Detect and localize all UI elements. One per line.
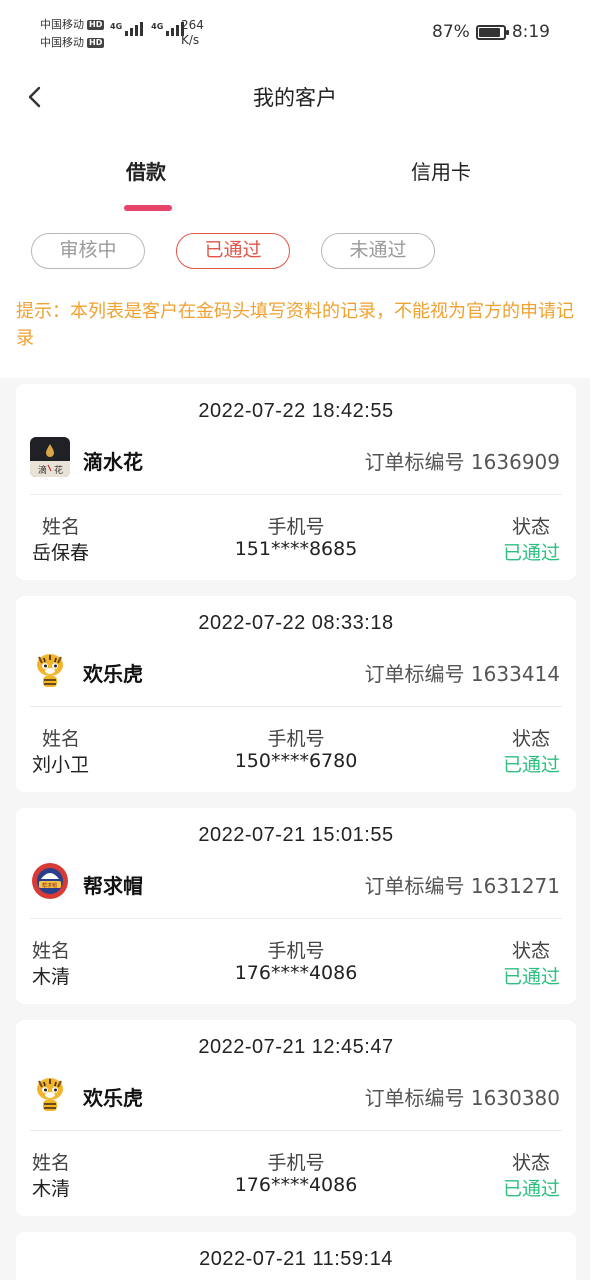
divider [30, 918, 562, 919]
status-badge: 已通过 [502, 966, 560, 988]
divider [30, 494, 562, 495]
customer-card[interactable]: 2022-07-21 12:45:47 欢乐虎 订单标编号 1630380 姓名… [16, 1020, 576, 1216]
dishuihua-logo-icon: 滴 花 [30, 437, 70, 477]
status-bar: 中国移动 HD 中国移动 HD 4G 4G 264 K/s 87% 8:19 [0, 0, 590, 68]
record-time: 2022-07-22 08:33:18 [198, 612, 394, 634]
customer-card[interactable]: 2022-07-21 11:59:14 [16, 1232, 576, 1280]
signal-icon: 4G [110, 22, 144, 36]
customer-phone: 151****8685 [234, 538, 358, 560]
phone-label: 手机号 [267, 940, 325, 962]
customer-card[interactable]: 2022-07-22 08:33:18 欢乐虎 订单标编号 1633414 姓名… [16, 596, 576, 792]
order-number: 订单标编号 1636909 [364, 450, 560, 474]
carrier-info: 中国移动 HD 中国移动 HD [40, 16, 105, 52]
phone-label: 手机号 [267, 1152, 325, 1174]
app-name: 帮求帽 [83, 874, 143, 898]
nav-bar: 我的客户 [0, 68, 590, 130]
hd-badge: HD [87, 20, 105, 30]
svg-text:帮求帽: 帮求帽 [42, 882, 57, 889]
filter-panel: 借款 信用卡 审核中 已通过 未通过 提示：本列表是客户在金码头填写资料的记录，… [0, 130, 590, 378]
tab-loan[interactable]: 借款 [126, 156, 166, 185]
tiger-logo-icon [30, 649, 70, 689]
status-badge: 已通过 [502, 754, 560, 776]
carrier-2: 中国移动 [40, 36, 84, 49]
tiger-logo-icon [30, 1073, 70, 1113]
status-label: 状态 [511, 1152, 550, 1174]
record-time: 2022-07-21 12:45:47 [198, 1036, 394, 1058]
app-name: 欢乐虎 [83, 1086, 143, 1110]
tab-credit-card[interactable]: 信用卡 [411, 156, 471, 185]
phone-label: 手机号 [267, 728, 325, 750]
filter-reviewing-chip[interactable]: 审核中 [31, 233, 145, 269]
notice-text: 提示：本列表是客户在金码头填写资料的记录，不能视为官方的申请记录 [16, 301, 574, 349]
filter-rejected-chip[interactable]: 未通过 [321, 233, 435, 269]
network-speed: 264 K/s [181, 18, 204, 47]
signal-strength: 4G 4G [110, 22, 185, 36]
battery-icon [475, 24, 509, 40]
status-badge: 已通过 [502, 542, 560, 564]
signal-icon: 4G [151, 22, 185, 36]
svg-text:花: 花 [54, 464, 63, 476]
divider [30, 706, 562, 707]
tab-active-indicator [124, 205, 172, 211]
clock: 8:19 [511, 22, 550, 42]
page-title: 我的客户 [253, 86, 337, 110]
status-badge: 已通过 [502, 1178, 560, 1200]
status-label: 状态 [511, 940, 550, 962]
customer-phone: 176****4086 [234, 962, 358, 984]
bangqiumao-logo-icon: 帮求帽 [30, 861, 70, 901]
hd-badge: HD [87, 38, 105, 48]
order-number: 订单标编号 1630380 [364, 1086, 560, 1110]
status-label: 状态 [511, 516, 550, 538]
order-number: 订单标编号 1633414 [364, 662, 560, 686]
customer-card[interactable]: 2022-07-22 18:42:55 滴 花 滴水花 订单标编号 163690… [16, 384, 576, 580]
status-label: 状态 [511, 728, 550, 750]
divider [30, 1130, 562, 1131]
record-time: 2022-07-22 18:42:55 [198, 400, 394, 422]
customer-card[interactable]: 2022-07-21 15:01:55 帮求帽 帮求帽 订单标编号 163127… [16, 808, 576, 1004]
record-time: 2022-07-21 11:59:14 [199, 1248, 393, 1270]
svg-text:滴: 滴 [38, 464, 47, 476]
app-name: 欢乐虎 [83, 662, 143, 686]
record-time: 2022-07-21 15:01:55 [198, 824, 394, 846]
order-number: 订单标编号 1631271 [364, 874, 560, 898]
battery-percent: 87% [432, 22, 470, 42]
app-name: 滴水花 [83, 450, 143, 474]
carrier-1: 中国移动 [40, 18, 84, 31]
phone-label: 手机号 [267, 516, 325, 538]
customer-phone: 150****6780 [234, 750, 358, 772]
filter-approved-chip[interactable]: 已通过 [176, 233, 290, 269]
customer-phone: 176****4086 [234, 1174, 358, 1196]
